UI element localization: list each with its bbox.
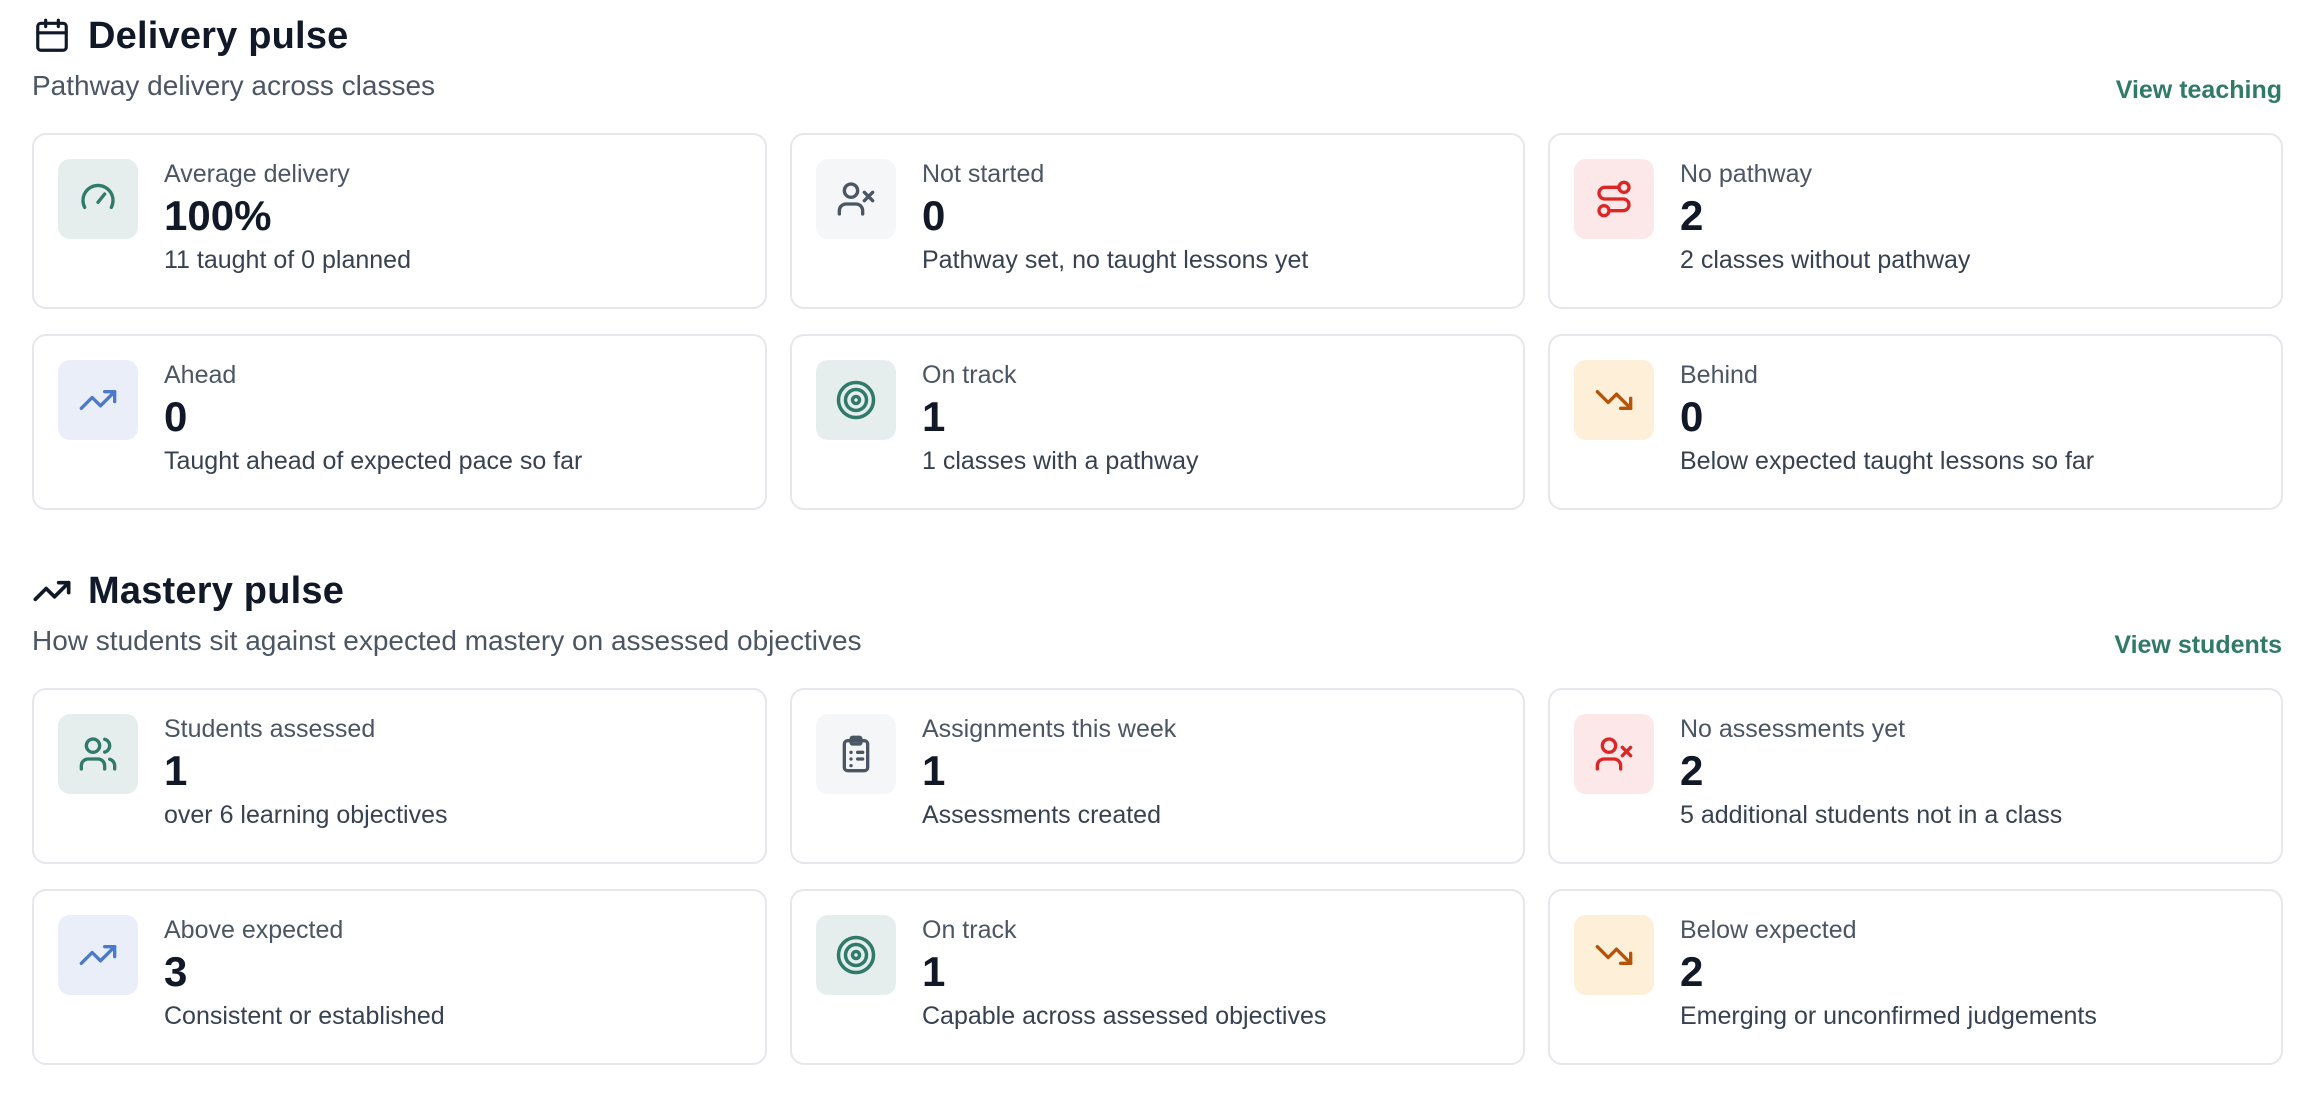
stat-card-average-delivery[interactable]: Average delivery 100% 11 taught of 0 pla…	[32, 133, 767, 309]
card-label: Behind	[1680, 361, 1758, 389]
card-label: Assignments this week	[922, 715, 1177, 743]
card-value: 1	[164, 747, 188, 794]
card-description: 5 additional students not in a class	[1680, 801, 2063, 829]
card-label: Ahead	[164, 361, 237, 389]
card-label: No pathway	[1680, 160, 1813, 188]
mastery-pulse-section: Mastery pulse How students sit against e…	[32, 565, 2283, 1065]
stat-card-students-assessed[interactable]: Students assessed 1 over 6 learning obje…	[32, 688, 767, 864]
clipboard-list-icon	[816, 714, 896, 794]
card-label: Students assessed	[164, 715, 376, 743]
card-label: No assessments yet	[1680, 715, 1906, 743]
delivery-pulse-header: Delivery pulse Pathway delivery across c…	[32, 10, 2282, 106]
stat-card-on-track[interactable]: On track 1 1 classes with a pathway	[790, 334, 1525, 510]
section-title: Mastery pulse	[88, 569, 345, 612]
card-label: On track	[922, 916, 1017, 944]
trending-down-icon	[1574, 915, 1654, 995]
card-label: Above expected	[164, 916, 344, 944]
card-value: 0	[164, 393, 188, 440]
speedometer-icon	[58, 159, 138, 239]
card-value: 100%	[164, 192, 272, 239]
card-value: 2	[1680, 747, 1704, 794]
user-x-icon	[1574, 714, 1654, 794]
delivery-pulse-section: Delivery pulse Pathway delivery across c…	[32, 10, 2283, 510]
card-description: Consistent or established	[164, 1002, 445, 1030]
view-teaching-link[interactable]: View teaching	[2116, 76, 2282, 105]
view-students-link[interactable]: View students	[2114, 631, 2282, 660]
users-icon	[58, 714, 138, 794]
card-description: over 6 learning objectives	[164, 801, 448, 829]
card-description: 2 classes without pathway	[1680, 246, 1971, 274]
card-label: Average delivery	[164, 160, 350, 188]
mastery-pulse-header: Mastery pulse How students sit against e…	[32, 565, 2282, 661]
trending-down-icon	[1574, 360, 1654, 440]
stat-card-mastery-on-track[interactable]: On track 1 Capable across assessed objec…	[790, 889, 1525, 1065]
section-subtitle: Pathway delivery across classes	[32, 70, 436, 101]
card-value: 2	[1680, 192, 1704, 239]
card-description: Capable across assessed objectives	[922, 1002, 1327, 1030]
stat-card-not-started[interactable]: Not started 0 Pathway set, no taught les…	[790, 133, 1525, 309]
card-value: 0	[1680, 393, 1704, 440]
calendar-icon	[32, 16, 72, 56]
stat-card-below-expected[interactable]: Below expected 2 Emerging or unconfirmed…	[1548, 889, 2283, 1065]
stat-card-no-assessments-yet[interactable]: No assessments yet 2 5 additional studen…	[1548, 688, 2283, 864]
card-description: Assessments created	[922, 801, 1161, 829]
section-title: Delivery pulse	[88, 14, 349, 57]
trending-up-icon	[58, 360, 138, 440]
stat-card-behind[interactable]: Behind 0 Below expected taught lessons s…	[1548, 334, 2283, 510]
delivery-card-grid: Average delivery 100% 11 taught of 0 pla…	[32, 133, 2283, 510]
card-description: 1 classes with a pathway	[922, 447, 1199, 475]
card-value: 0	[922, 192, 946, 239]
mastery-card-grid: Students assessed 1 over 6 learning obje…	[32, 688, 2283, 1065]
stat-card-no-pathway[interactable]: No pathway 2 2 classes without pathway	[1548, 133, 2283, 309]
stat-card-ahead[interactable]: Ahead 0 Taught ahead of expected pace so…	[32, 334, 767, 510]
card-label: On track	[922, 361, 1017, 389]
user-x-icon	[816, 159, 896, 239]
target-icon	[816, 915, 896, 995]
card-value: 3	[164, 948, 188, 995]
card-value: 2	[1680, 948, 1704, 995]
card-label: Not started	[922, 160, 1045, 188]
trending-up-icon	[32, 571, 72, 611]
stat-card-assignments-this-week[interactable]: Assignments this week 1 Assessments crea…	[790, 688, 1525, 864]
card-description: Emerging or unconfirmed judgements	[1680, 1002, 2097, 1030]
card-description: Taught ahead of expected pace so far	[164, 447, 583, 475]
card-description: Pathway set, no taught lessons yet	[922, 246, 1309, 274]
card-value: 1	[922, 747, 946, 794]
card-label: Below expected	[1680, 916, 1857, 944]
card-value: 1	[922, 948, 946, 995]
target-icon	[816, 360, 896, 440]
section-subtitle: How students sit against expected master…	[32, 625, 862, 656]
card-value: 1	[922, 393, 946, 440]
stat-card-above-expected[interactable]: Above expected 3 Consistent or establish…	[32, 889, 767, 1065]
card-description: 11 taught of 0 planned	[164, 246, 411, 274]
card-description: Below expected taught lessons so far	[1680, 447, 2095, 475]
trending-up-icon	[58, 915, 138, 995]
route-icon	[1574, 159, 1654, 239]
